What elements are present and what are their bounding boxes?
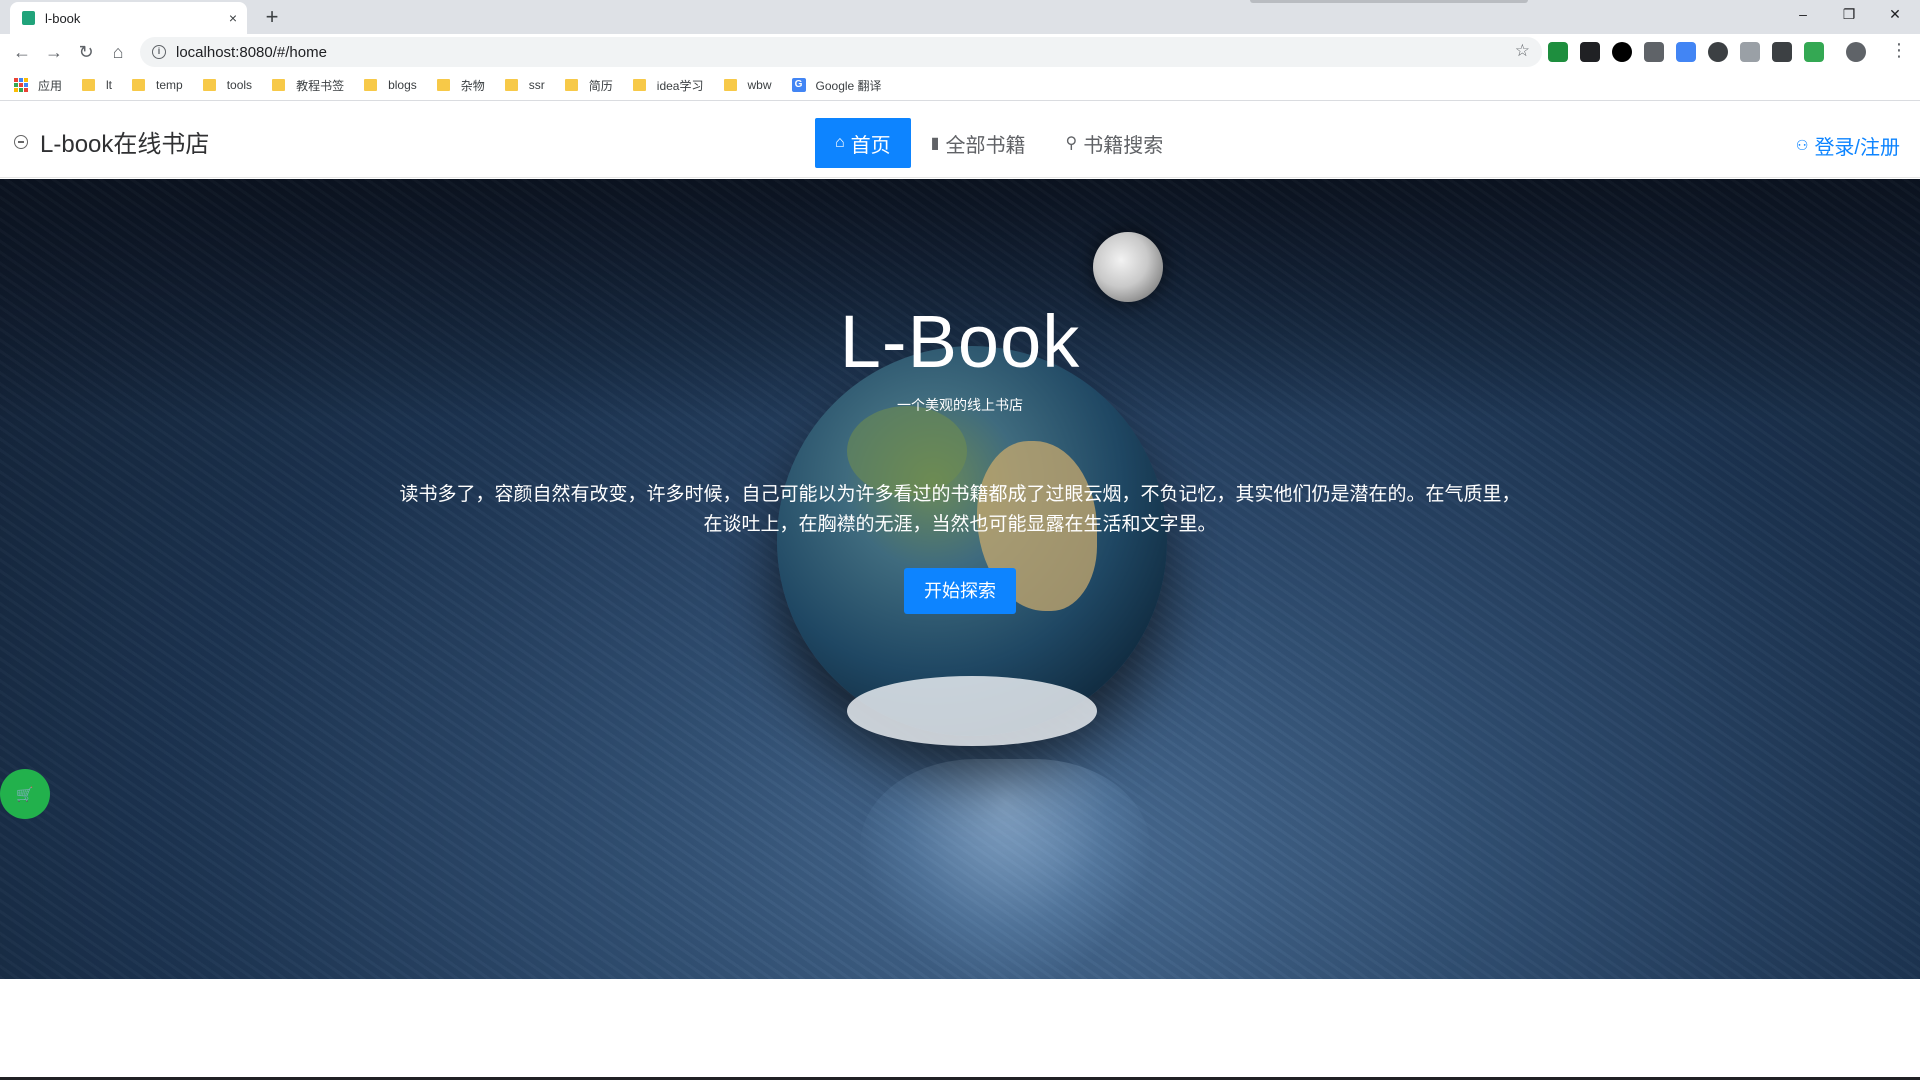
extension-icon[interactable] — [1676, 42, 1696, 62]
tab-title: l-book — [45, 10, 81, 26]
browser-toolbar: ← → ↻ ⌂ i localhost:8080/#/home ☆ ⋮ — [0, 34, 1920, 70]
bookmark-folder[interactable]: temp — [132, 78, 183, 92]
folder-icon — [504, 79, 518, 91]
nav-item-all-books[interactable]: ▮ 全部书籍 — [911, 118, 1046, 168]
book-icon: ▮ — [930, 135, 940, 152]
profile-avatar[interactable] — [1846, 42, 1866, 62]
globe-ice — [847, 676, 1097, 746]
bookmark-folder[interactable]: lt — [82, 78, 112, 92]
apps-grid-icon — [14, 78, 28, 92]
cart-icon: 🛒 — [16, 786, 34, 802]
tabstrip-shadow — [1250, 0, 1528, 3]
login-register-link[interactable]: ⚇ 登录/注册 — [1796, 131, 1900, 160]
bookmark-folder[interactable]: 杂物 — [436, 77, 485, 94]
window-minimize-button[interactable]: – — [1780, 0, 1826, 30]
bookmark-label: idea学习 — [656, 78, 704, 93]
browser-tabstrip: l-book × + – ❐ ✕ — [0, 0, 1920, 34]
bookmark-label: 教程书签 — [296, 78, 345, 93]
shield-icon[interactable] — [1804, 42, 1824, 62]
address-bar[interactable]: i localhost:8080/#/home ☆ — [140, 37, 1542, 67]
bookmark-apps[interactable]: 应用 — [14, 77, 62, 94]
folder-icon — [132, 79, 146, 91]
bookmark-label: tools — [226, 78, 253, 92]
home-button[interactable]: ⌂ — [104, 38, 132, 66]
folder-icon — [723, 79, 737, 91]
nav-label: 书籍搜索 — [1083, 134, 1164, 157]
folder-icon — [436, 79, 450, 91]
nav-item-home[interactable]: ⌂ 首页 — [815, 118, 911, 168]
bookmark-folder[interactable]: blogs — [364, 78, 417, 92]
extension-icon[interactable] — [1612, 42, 1632, 62]
login-label: 登录/注册 — [1814, 137, 1900, 159]
bookmark-label: ssr — [528, 78, 545, 92]
new-tab-button[interactable]: + — [258, 4, 286, 32]
bookmark-label: temp — [156, 78, 183, 92]
cart-button[interactable]: 🛒 — [0, 769, 50, 819]
folder-icon — [202, 79, 216, 91]
hero-description: 读书多了，容颜自然有改变，许多时候，自己可能以为许多看过的书籍都成了过眼云烟，不… — [399, 484, 1521, 535]
reload-button[interactable]: ↻ — [72, 38, 100, 66]
url-text[interactable]: localhost:8080/#/home — [176, 44, 327, 61]
folder-icon — [82, 79, 96, 91]
user-icon: ⚇ — [1795, 137, 1809, 153]
window-restore-button[interactable]: ❐ — [1826, 0, 1872, 30]
site-info-icon[interactable]: i — [152, 45, 166, 59]
main-nav: ⌂ 首页 ▮ 全部书籍 ⚲ 书籍搜索 — [815, 118, 1183, 168]
brand-name: L-book在线书店 — [40, 131, 210, 158]
bookmark-label: 杂物 — [460, 78, 485, 93]
google-translate-icon: G — [791, 78, 806, 92]
bookmark-label: wbw — [747, 78, 772, 92]
folder-icon — [272, 79, 286, 91]
search-icon: ⚲ — [1065, 135, 1078, 152]
bookmark-label: lt — [106, 78, 113, 92]
nav-label: 全部书籍 — [945, 134, 1026, 157]
brand[interactable]: L-book在线书店 — [14, 124, 209, 159]
qr-code-icon[interactable] — [1772, 42, 1792, 62]
bookmark-folder[interactable]: wbw — [723, 78, 772, 92]
extensions-area — [1548, 42, 1866, 62]
nav-label: 首页 — [850, 134, 891, 157]
extension-icon[interactable] — [1644, 42, 1664, 62]
extension-icon[interactable] — [1740, 42, 1760, 62]
forward-button[interactable]: → — [40, 38, 68, 66]
home-icon: ⌂ — [835, 134, 845, 151]
extension-icon[interactable] — [1548, 42, 1568, 62]
bookmark-folder[interactable]: 简历 — [564, 77, 613, 94]
globe-reflection — [860, 759, 1150, 979]
start-explore-button[interactable]: 开始探索 — [904, 568, 1016, 614]
hero-title: L-Book — [839, 300, 1081, 383]
bookmark-folder[interactable]: idea学习 — [632, 77, 704, 94]
bookmark-google-translate[interactable]: G Google 翻译 — [791, 77, 882, 94]
folder-icon — [632, 79, 646, 91]
window-close-button[interactable]: ✕ — [1872, 0, 1918, 30]
folder-icon — [364, 79, 378, 91]
hero-subtitle: 一个美观的线上书店 — [897, 397, 1023, 413]
site-header: L-book在线书店 ⌂ 首页 ▮ 全部书籍 ⚲ 书籍搜索 ⚇ 登录/注册 — [0, 102, 1920, 178]
bookmark-folder[interactable]: 教程书签 — [272, 77, 344, 94]
folder-icon — [564, 79, 578, 91]
nav-item-book-search[interactable]: ⚲ 书籍搜索 — [1045, 118, 1183, 168]
bookmark-label: 简历 — [588, 78, 613, 93]
bookmark-label: Google 翻译 — [815, 78, 882, 93]
moon-image — [1093, 232, 1163, 302]
brand-icon — [14, 134, 28, 149]
tab-close-icon[interactable]: × — [229, 10, 237, 26]
favicon-icon — [22, 11, 35, 25]
bookmark-folder[interactable]: tools — [202, 78, 253, 92]
browser-tab[interactable]: l-book × — [10, 2, 247, 34]
bookmarks-bar: 应用 lt temp tools 教程书签 blogs 杂物 ssr 简历 id… — [0, 70, 1920, 101]
extension-icon[interactable] — [1708, 42, 1728, 62]
hero-banner: L-Book 一个美观的线上书店 读书多了，容颜自然有改变，许多时候，自己可能以… — [0, 179, 1920, 979]
extension-icon[interactable] — [1580, 42, 1600, 62]
bookmark-folder[interactable]: ssr — [504, 78, 545, 92]
bookmark-star-icon[interactable]: ☆ — [1515, 41, 1530, 61]
back-button[interactable]: ← — [8, 38, 36, 66]
bookmark-label: blogs — [388, 78, 417, 92]
browser-menu-icon[interactable]: ⋮ — [1890, 40, 1908, 61]
bookmark-label: 应用 — [38, 78, 63, 93]
